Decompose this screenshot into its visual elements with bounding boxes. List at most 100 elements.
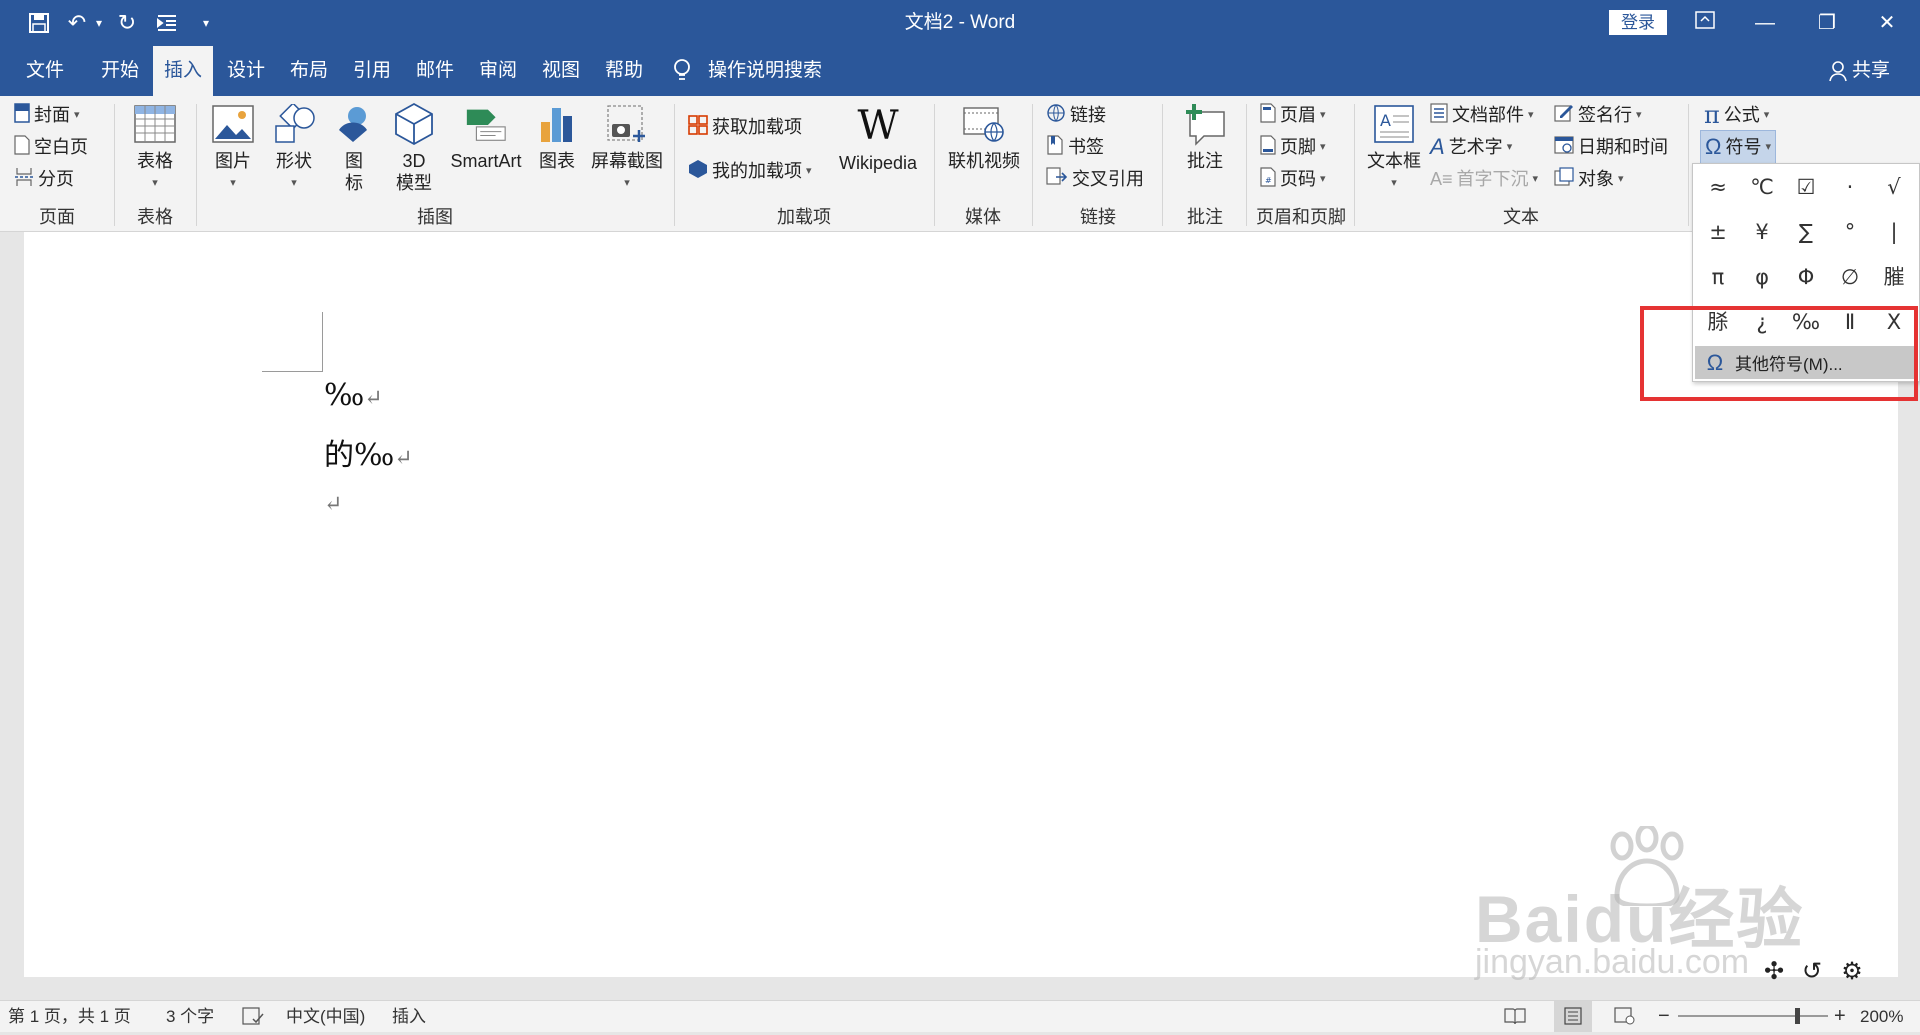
3d-models-button[interactable]: 3D 模型	[386, 102, 442, 194]
online-video-icon	[961, 102, 1007, 146]
tab-references[interactable]: 引用	[342, 46, 402, 96]
cover-page-button[interactable]: 封面 ▾	[14, 100, 80, 130]
link-icon	[1046, 103, 1066, 127]
symbol-cell[interactable]: φ	[1740, 255, 1784, 299]
login-button[interactable]: 登录	[1609, 10, 1667, 35]
document-line-3[interactable]: ↵	[324, 484, 342, 519]
title-bar: ↶ ▾ ↻ ▾ 文档2 - Word 登录 — ❐ ✕	[0, 0, 1920, 46]
quick-parts-label: 文档部件	[1452, 105, 1524, 125]
symbol-cell[interactable]: ·	[1828, 165, 1872, 209]
zoom-in-icon[interactable]: +	[1834, 1001, 1846, 1032]
screenshot-button[interactable]: 屏幕截图 ▾	[588, 102, 666, 194]
document-line-2[interactable]: 的‰↵	[324, 430, 413, 474]
document-line-1[interactable]: ‰↵	[324, 378, 383, 413]
tab-view[interactable]: 视图	[531, 46, 591, 96]
tab-help[interactable]: 帮助	[594, 46, 654, 96]
table-button[interactable]: 表格 ▾	[122, 102, 188, 194]
equation-label: 公式	[1723, 105, 1760, 125]
tab-mailings[interactable]: 邮件	[405, 46, 465, 96]
zoom-level[interactable]: 200%	[1860, 1001, 1903, 1032]
textbox-button[interactable]: A 文本框 ▾	[1362, 102, 1426, 194]
omega-icon: Ω	[1705, 134, 1722, 159]
symbol-cell[interactable]: ≈	[1696, 165, 1740, 209]
object-icon	[1554, 167, 1574, 191]
group-label-header-footer: 页眉和页脚	[1256, 207, 1346, 227]
web-layout-icon[interactable]	[1614, 1001, 1636, 1032]
separator	[1246, 104, 1247, 226]
zoom-out-icon[interactable]: −	[1658, 1001, 1670, 1032]
drop-cap-button[interactable]: A≡ 首字下沉 ▾	[1430, 164, 1538, 194]
blank-page-button[interactable]: 空白页	[14, 132, 88, 162]
wordart-button[interactable]: A 艺术字 ▾	[1430, 132, 1512, 162]
edit-mode[interactable]: 插入	[392, 1001, 426, 1032]
watermark-url: jingyan.baidu.com	[1475, 943, 1750, 981]
equation-button[interactable]: π 公式 ▾	[1704, 100, 1769, 130]
symbol-cell[interactable]: ∑	[1784, 210, 1828, 254]
symbol-cell[interactable]: π	[1696, 255, 1740, 299]
signature-line-button[interactable]: 签名行 ▾	[1554, 100, 1642, 130]
zoom-slider-track[interactable]	[1678, 1015, 1828, 1017]
symbol-cell[interactable]: ¥	[1740, 210, 1784, 254]
read-mode-icon[interactable]	[1504, 1001, 1526, 1032]
symbol-button[interactable]: Ω 符号 ▾	[1700, 130, 1776, 164]
shapes-label: 形状	[276, 151, 312, 171]
symbol-cell[interactable]: Φ	[1784, 255, 1828, 299]
group-label-illustrations: 插图	[417, 207, 453, 227]
page-count[interactable]: 第 1 页，共 1 页	[8, 1001, 131, 1032]
close-icon[interactable]: ✕	[1858, 0, 1916, 46]
cross-reference-button[interactable]: 交叉引用	[1046, 164, 1144, 194]
tell-me-search[interactable]: 操作说明搜索	[708, 46, 822, 96]
zoom-slider-thumb[interactable]	[1795, 1008, 1800, 1024]
language[interactable]: 中文(中国)	[286, 1001, 365, 1032]
picture-button[interactable]: 图片 ▾	[206, 102, 260, 194]
header-button[interactable]: 页眉 ▾	[1260, 100, 1326, 130]
symbol-cell[interactable]: °	[1828, 210, 1872, 254]
settings-gear-icon[interactable]: ⚙	[1834, 954, 1870, 990]
symbol-cell[interactable]: ☑	[1784, 165, 1828, 209]
person-icon	[1828, 60, 1848, 82]
tab-design[interactable]: 设计	[216, 46, 276, 96]
symbol-cell[interactable]: ℃	[1740, 165, 1784, 209]
proofing-icon[interactable]	[242, 1001, 264, 1032]
online-video-button[interactable]: 联机视频	[944, 102, 1024, 172]
signature-line-label: 签名行	[1578, 105, 1632, 125]
shapes-button[interactable]: 形状 ▾	[266, 102, 322, 194]
my-addins-button[interactable]: 我的加载项 ▾	[688, 156, 812, 186]
symbol-cell[interactable]: 膗	[1872, 255, 1916, 299]
symbol-cell[interactable]: |	[1872, 210, 1916, 254]
symbol-cell[interactable]: ±	[1696, 210, 1740, 254]
symbol-cell[interactable]: ∅	[1828, 255, 1872, 299]
tab-layout[interactable]: 布局	[279, 46, 339, 96]
date-time-button[interactable]: 日期和时间	[1554, 132, 1668, 162]
group-label-text: 文本	[1503, 207, 1539, 227]
smartart-button[interactable]: SmartArt	[446, 102, 526, 172]
wikipedia-button[interactable]: W Wikipedia	[832, 104, 924, 174]
restore-icon[interactable]: ❐	[1798, 0, 1856, 46]
ribbon-display-options-icon[interactable]	[1676, 0, 1734, 46]
symbol-cell[interactable]: √	[1872, 165, 1916, 209]
minimize-icon[interactable]: —	[1736, 0, 1794, 46]
table-label: 表格	[137, 151, 173, 171]
page-break-button[interactable]: 分页	[14, 164, 74, 194]
word-count[interactable]: 3 个字	[166, 1001, 214, 1032]
rotate-icon[interactable]: ↺	[1794, 954, 1830, 990]
chart-button[interactable]: 图表	[532, 102, 582, 172]
icons-button[interactable]: 图 标	[328, 102, 380, 194]
footer-button[interactable]: 页脚 ▾	[1260, 132, 1326, 162]
get-addins-button[interactable]: 获取加载项	[688, 112, 802, 142]
move-handle-icon[interactable]: ✣	[1756, 954, 1792, 990]
page-number-button[interactable]: # 页码 ▾	[1260, 164, 1326, 194]
quick-parts-button[interactable]: 文档部件 ▾	[1430, 100, 1534, 130]
share-button[interactable]: 共享	[1852, 46, 1890, 96]
new-comment-button[interactable]: 批注	[1172, 102, 1238, 172]
store-icon	[688, 115, 708, 139]
object-button[interactable]: 对象 ▾	[1554, 164, 1624, 194]
tab-insert[interactable]: 插入	[153, 46, 213, 96]
tab-home[interactable]: 开始	[90, 46, 150, 96]
signature-line-icon	[1554, 103, 1574, 127]
bookmark-button[interactable]: 书签	[1046, 132, 1104, 162]
tab-file[interactable]: 文件	[14, 46, 76, 96]
link-button[interactable]: 链接	[1046, 100, 1106, 130]
print-layout-icon[interactable]	[1554, 1001, 1592, 1032]
tab-review[interactable]: 审阅	[468, 46, 528, 96]
